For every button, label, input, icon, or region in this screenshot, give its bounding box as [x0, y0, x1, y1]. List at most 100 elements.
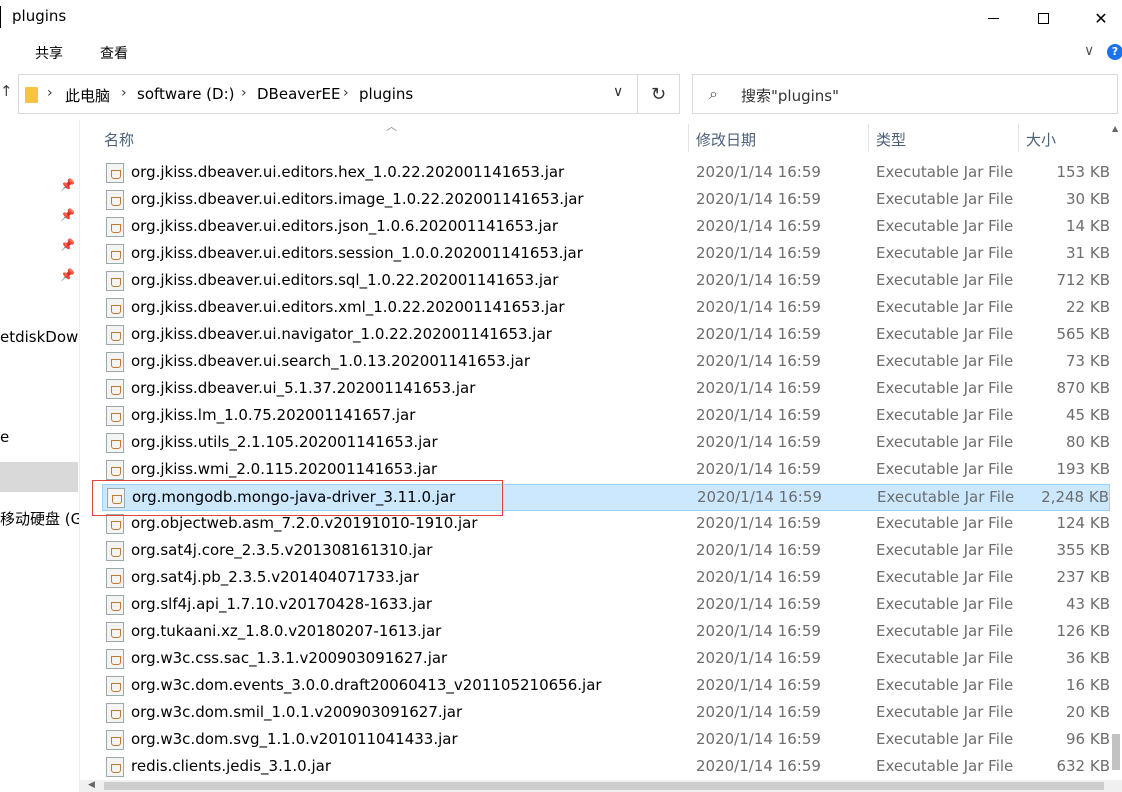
close-button[interactable]: ✕ [1080, 0, 1122, 36]
jar-file-icon [106, 757, 124, 777]
file-name: org.jkiss.dbeaver.ui.editors.hex_1.0.22.… [131, 163, 565, 181]
file-row[interactable]: org.w3c.css.sac_1.3.1.v200903091627.jar 2… [102, 646, 1110, 673]
horizontal-scroll-thumb[interactable] [104, 782, 1104, 790]
jar-file-icon [106, 406, 124, 426]
column-header-date[interactable]: 修改日期 [696, 129, 756, 150]
file-row[interactable]: redis.clients.jedis_3.1.0.jar 2020/1/14 1… [102, 754, 1110, 780]
folder-icon [25, 87, 38, 103]
nav-item-e[interactable]: e [0, 428, 9, 446]
file-size: 2,248 KB [1041, 488, 1109, 506]
address-row: ↑ › 此电脑 › software (D:) › DBeaverEE › pl… [0, 68, 1122, 120]
address-bar[interactable]: › 此电脑 › software (D:) › DBeaverEE › plug… [18, 74, 638, 114]
jar-file-icon [106, 595, 124, 615]
vertical-scrollbar[interactable]: ▲ [1110, 120, 1122, 780]
chevron-down-icon[interactable]: ∨ [613, 84, 623, 100]
breadcrumb-drive[interactable]: software (D:) [137, 85, 235, 103]
column-header-size[interactable]: 大小 [1026, 129, 1056, 150]
file-row[interactable]: org.tukaani.xz_1.8.0.v20180207-1613.jar 2… [102, 619, 1110, 646]
pin-icon[interactable]: 📌 [60, 208, 75, 222]
chevron-right-icon[interactable]: › [241, 85, 247, 101]
file-row[interactable]: org.jkiss.dbeaver.ui.navigator_1.0.22.20… [102, 322, 1110, 349]
file-name: org.objectweb.asm_7.2.0.v20191010-1910.j… [131, 514, 478, 532]
file-type: Executable Jar File [876, 190, 1014, 208]
jar-file-icon [106, 352, 124, 372]
minimize-icon [987, 17, 999, 19]
jar-file-icon [106, 622, 124, 642]
file-type: Executable Jar File [876, 514, 1014, 532]
file-size: 153 KB [1056, 163, 1110, 181]
refresh-button[interactable]: ↻ [638, 74, 680, 114]
column-divider[interactable] [1018, 124, 1019, 152]
file-date: 2020/1/14 16:59 [696, 244, 821, 262]
file-row[interactable]: org.jkiss.dbeaver.ui_5.1.37.202001141653… [102, 376, 1110, 403]
file-row[interactable]: org.jkiss.dbeaver.ui.editors.sql_1.0.22.… [102, 268, 1110, 295]
file-name: org.jkiss.dbeaver.ui.editors.json_1.0.6.… [131, 217, 559, 235]
pin-icon[interactable]: 📌 [60, 238, 75, 252]
file-row[interactable]: org.sat4j.core_2.3.5.v201308161310.jar 20… [102, 538, 1110, 565]
jar-file-icon [106, 541, 124, 561]
help-icon[interactable]: ? [1107, 44, 1122, 60]
nav-item-removable-drive[interactable]: 移动硬盘 (G [0, 508, 79, 529]
search-input[interactable]: ⌕ 搜索"plugins" [692, 74, 1118, 114]
chevron-right-icon[interactable]: › [121, 85, 127, 101]
pin-icon[interactable]: 📌 [60, 178, 75, 192]
chevron-right-icon[interactable]: › [47, 85, 53, 101]
file-row[interactable]: org.jkiss.dbeaver.ui.editors.image_1.0.2… [102, 187, 1110, 214]
column-divider[interactable] [688, 124, 689, 152]
tab-view[interactable]: 查看 [100, 43, 128, 63]
navigation-pane: 📌 📌 📌 📌 etdiskDow e 移动硬盘 (G [0, 120, 80, 792]
file-type: Executable Jar File [876, 541, 1014, 559]
file-date: 2020/1/14 16:59 [696, 730, 821, 748]
pin-icon[interactable]: 📌 [60, 268, 75, 282]
nav-item-selected[interactable] [0, 462, 78, 492]
file-row[interactable]: org.jkiss.dbeaver.ui.editors.json_1.0.6.… [102, 214, 1110, 241]
close-icon: ✕ [1094, 8, 1108, 28]
chevron-right-icon[interactable]: › [343, 85, 349, 101]
file-date: 2020/1/14 16:59 [696, 433, 821, 451]
maximize-button[interactable] [1018, 0, 1068, 36]
column-header-name[interactable]: 名称 [104, 129, 134, 150]
nav-item-netdisk[interactable]: etdiskDow [0, 328, 78, 346]
up-arrow-icon[interactable]: ↑ [0, 82, 13, 100]
file-size: 80 KB [1066, 433, 1110, 451]
jar-file-icon [106, 298, 124, 318]
expand-ribbon-icon[interactable]: ∨ [1084, 43, 1094, 59]
column-header-type[interactable]: 类型 [876, 129, 906, 150]
vertical-scroll-thumb[interactable] [1112, 734, 1120, 770]
file-row[interactable]: org.sat4j.pb_2.3.5.v201404071733.jar 2020… [102, 565, 1110, 592]
tab-share[interactable]: 共享 [35, 43, 63, 63]
file-type: Executable Jar File [876, 406, 1014, 424]
file-size: 124 KB [1056, 514, 1110, 532]
file-row[interactable]: org.jkiss.dbeaver.ui.editors.hex_1.0.22.… [102, 160, 1110, 187]
file-date: 2020/1/14 16:59 [696, 703, 821, 721]
file-name: org.tukaani.xz_1.8.0.v20180207-1613.jar [131, 622, 442, 640]
file-type: Executable Jar File [876, 433, 1014, 451]
file-row[interactable]: org.jkiss.lm_1.0.75.202001141657.jar 2020… [102, 403, 1110, 430]
file-type: Executable Jar File [876, 244, 1014, 262]
file-row[interactable]: org.w3c.dom.events_3.0.0.draft20060413_v… [102, 673, 1110, 700]
file-size: 36 KB [1066, 649, 1110, 667]
file-name: org.jkiss.dbeaver.ui.navigator_1.0.22.20… [131, 325, 552, 343]
file-date: 2020/1/14 16:59 [696, 676, 821, 694]
scroll-left-icon[interactable]: ◀ [88, 780, 95, 790]
file-row[interactable]: org.jkiss.dbeaver.ui.editors.xml_1.0.22.… [102, 295, 1110, 322]
file-date: 2020/1/14 16:59 [697, 488, 822, 506]
file-row[interactable]: org.jkiss.utils_2.1.105.202001141653.jar… [102, 430, 1110, 457]
file-date: 2020/1/14 16:59 [696, 406, 821, 424]
scroll-up-icon[interactable]: ▲ [1112, 124, 1118, 133]
file-row[interactable]: org.slf4j.api_1.7.10.v20170428-1633.jar 2… [102, 592, 1110, 619]
horizontal-scrollbar[interactable]: ◀ [80, 780, 1122, 792]
jar-file-icon [106, 703, 124, 723]
refresh-icon: ↻ [650, 83, 667, 105]
file-row[interactable]: org.w3c.dom.svg_1.1.0.v201011041433.jar 2… [102, 727, 1110, 754]
breadcrumb-this-pc[interactable]: 此电脑 [65, 85, 110, 106]
jar-file-icon [106, 568, 124, 588]
column-divider[interactable] [868, 124, 869, 152]
file-row[interactable]: org.w3c.dom.smil_1.0.1.v200903091627.jar… [102, 700, 1110, 727]
file-row[interactable]: org.jkiss.dbeaver.ui.editors.session_1.0… [102, 241, 1110, 268]
minimize-button[interactable] [968, 0, 1018, 36]
breadcrumb-dbeaveree[interactable]: DBeaverEE [257, 85, 341, 103]
file-row[interactable]: org.jkiss.dbeaver.ui.search_1.0.13.20200… [102, 349, 1110, 376]
file-type: Executable Jar File [876, 757, 1014, 775]
breadcrumb-plugins[interactable]: plugins [359, 85, 413, 103]
